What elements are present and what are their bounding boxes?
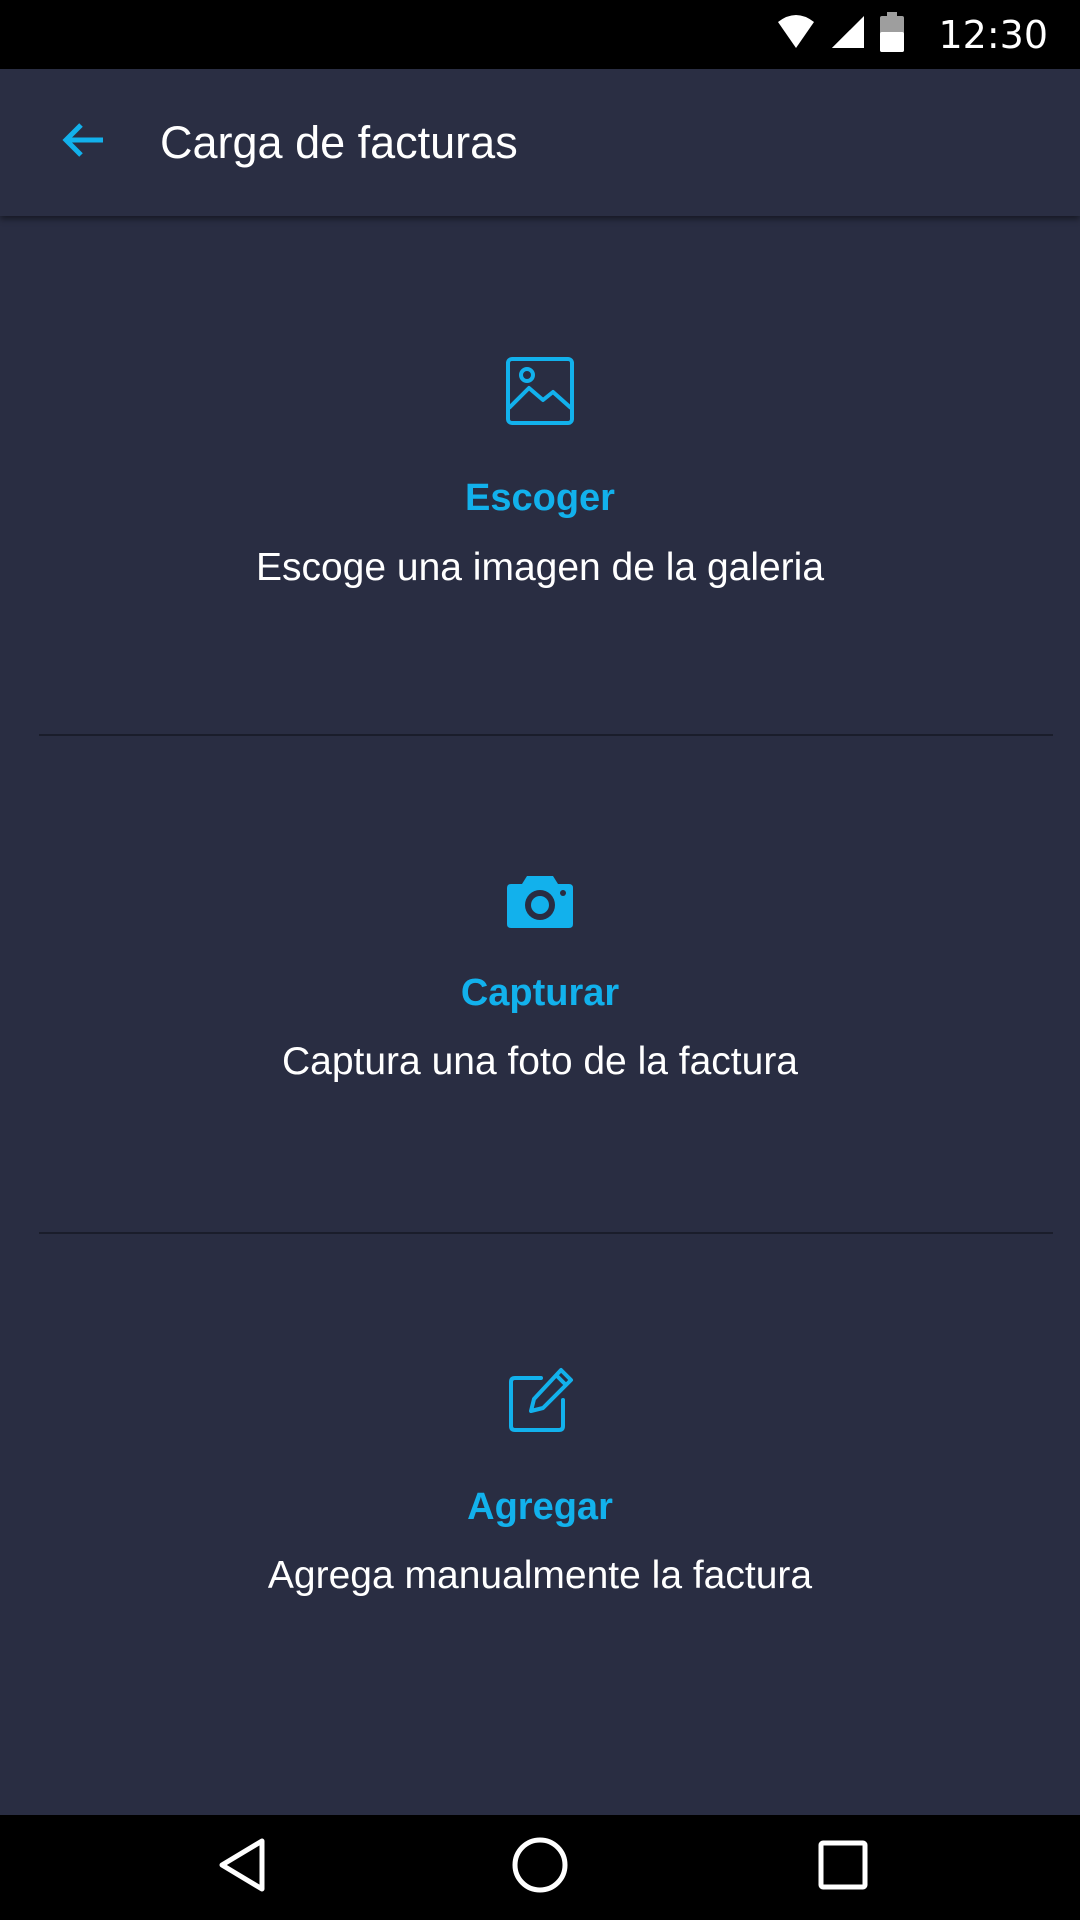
camera-icon <box>0 870 1080 930</box>
back-nav-icon <box>216 1837 268 1898</box>
nav-back-button[interactable] <box>182 1815 302 1920</box>
status-icons: 12:30 <box>776 0 1048 69</box>
option-description: Agrega manualmente la factura <box>267 1554 813 1597</box>
option-title: Escoger <box>465 477 615 519</box>
edit-icon <box>0 1366 1080 1436</box>
app-bar: Carga de facturas <box>0 69 1080 216</box>
status-bar: 12:30 <box>0 0 1080 69</box>
status-time: 12:30 <box>938 12 1048 57</box>
image-icon <box>0 356 1080 426</box>
nav-recents-button[interactable] <box>783 1815 903 1920</box>
home-nav-icon <box>511 1836 569 1899</box>
recents-nav-icon <box>817 1839 869 1896</box>
upload-options-list: Escoger Escoge una imagen de la galeria … <box>0 216 1080 1815</box>
option-title: Capturar <box>460 972 620 1014</box>
option-capture-photo[interactable]: Capturar Captura una foto de la factura <box>0 736 1080 1232</box>
nav-home-button[interactable] <box>480 1815 600 1920</box>
option-description: Escoge una imagen de la galeria <box>255 546 825 589</box>
option-description: Captura una foto de la factura <box>281 1040 798 1083</box>
back-button[interactable] <box>40 99 126 185</box>
option-title: Agregar <box>467 1486 613 1528</box>
cellular-signal-icon <box>830 14 866 55</box>
wifi-icon <box>776 14 816 55</box>
battery-icon <box>880 12 905 57</box>
option-choose-from-gallery[interactable]: Escoger Escoge una imagen de la galeria <box>0 216 1080 735</box>
page-title: Carga de facturas <box>160 117 518 168</box>
arrow-back-icon <box>59 116 107 169</box>
option-add-manually[interactable]: Agregar Agrega manualmente la factura <box>0 1234 1080 1754</box>
system-navigation-bar <box>0 1815 1080 1920</box>
